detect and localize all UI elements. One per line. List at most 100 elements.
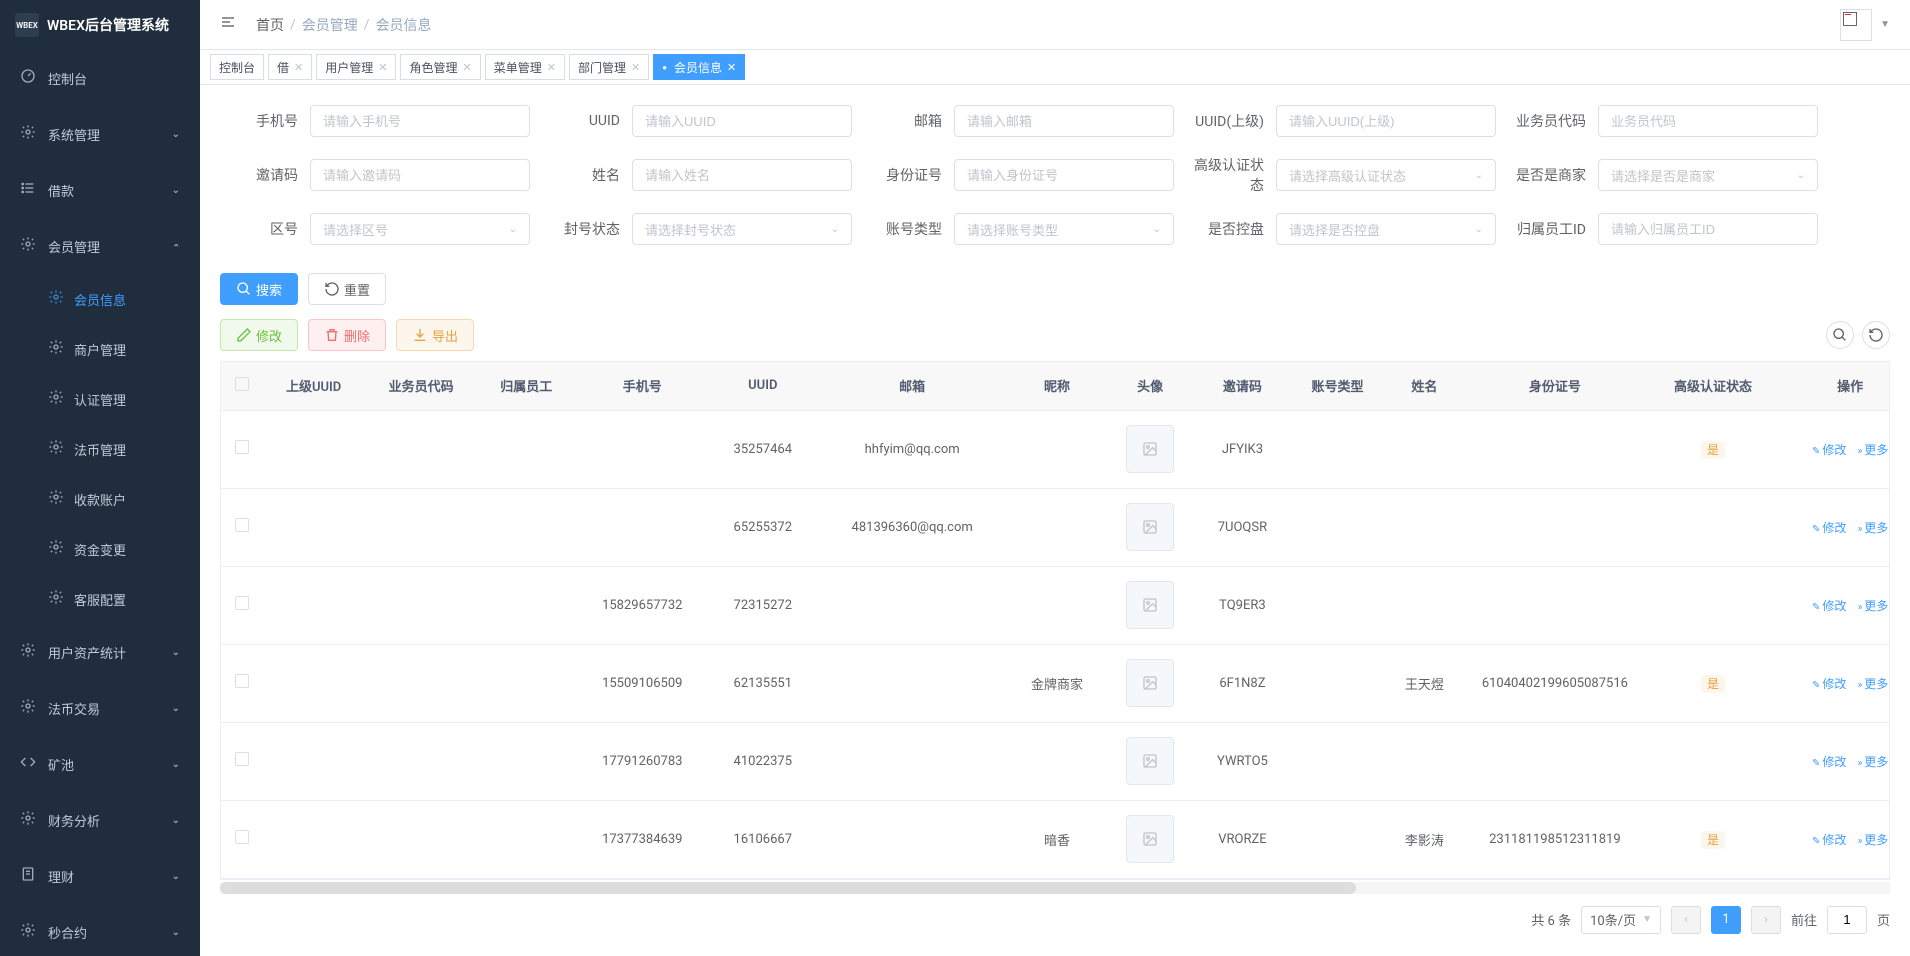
row-checkbox[interactable] xyxy=(235,674,249,688)
sidebar-item[interactable]: 借款⌄ xyxy=(0,162,200,218)
row-edit-link[interactable]: 修改 xyxy=(1812,521,1846,535)
breadcrumb-sep: / xyxy=(364,17,370,33)
row-more-link[interactable]: 更多 xyxy=(1858,755,1889,769)
sidebar-subitem[interactable]: 客服配置 xyxy=(0,574,200,624)
row-edit-link[interactable]: 修改 xyxy=(1812,599,1846,613)
归属员工ID-input[interactable] xyxy=(1598,213,1818,245)
tab[interactable]: 控制台 xyxy=(210,54,264,80)
封号状态-select[interactable]: 请选择封号状态⌄ xyxy=(632,213,852,245)
cell-nickname xyxy=(1009,722,1105,800)
业务员代码-input[interactable] xyxy=(1598,105,1818,137)
prev-page-button[interactable]: ‹ xyxy=(1671,906,1701,934)
UUID(上级)-input[interactable] xyxy=(1276,105,1496,137)
refresh-icon xyxy=(324,281,340,297)
sidebar-item[interactable]: 会员管理⌄ xyxy=(0,218,200,274)
goto-page-input[interactable] xyxy=(1827,906,1867,934)
row-checkbox[interactable] xyxy=(235,596,249,610)
table-header: 昵称 xyxy=(1009,362,1105,410)
gear-icon xyxy=(48,539,64,559)
close-icon[interactable]: ✕ xyxy=(547,61,556,74)
row-edit-link[interactable]: 修改 xyxy=(1812,755,1846,769)
UUID-input[interactable] xyxy=(632,105,852,137)
user-dropdown-caret-icon[interactable]: ▼ xyxy=(1880,19,1890,30)
row-more-link[interactable]: 更多 xyxy=(1858,833,1889,847)
cell-parent-uuid xyxy=(263,722,364,800)
horizontal-scrollbar[interactable] xyxy=(220,882,1890,894)
row-checkbox[interactable] xyxy=(235,518,249,532)
高级认证状态-select[interactable]: 请选择高级认证状态⌄ xyxy=(1276,159,1496,191)
sidebar-item[interactable]: 理财⌄ xyxy=(0,848,200,904)
row-edit-link[interactable]: 修改 xyxy=(1812,443,1846,457)
row-more-link[interactable]: 更多 xyxy=(1858,677,1889,691)
tab[interactable]: 部门管理✕ xyxy=(569,54,649,80)
form-item: 是否控盘请选择是否控盘⌄ xyxy=(1186,213,1496,245)
身份证号-input[interactable] xyxy=(954,159,1174,191)
close-icon[interactable]: ✕ xyxy=(378,61,387,74)
delete-button[interactable]: 删除 xyxy=(308,319,386,351)
edit-button[interactable]: 修改 xyxy=(220,319,298,351)
row-more-link[interactable]: 更多 xyxy=(1858,599,1889,613)
邮箱-input[interactable] xyxy=(954,105,1174,137)
row-edit-link[interactable]: 修改 xyxy=(1812,833,1846,847)
cell-employee xyxy=(478,644,574,722)
breadcrumb-home[interactable]: 首页 xyxy=(256,15,284,35)
cell-email xyxy=(815,644,1009,722)
close-icon[interactable]: ✕ xyxy=(463,61,472,74)
table-search-toggle[interactable] xyxy=(1826,321,1854,349)
export-button[interactable]: 导出 xyxy=(396,319,474,351)
close-icon[interactable]: ✕ xyxy=(727,61,736,74)
sidebar-item[interactable]: 矿池⌄ xyxy=(0,736,200,792)
sidebar-item-label: 用户资产统计 xyxy=(48,643,126,662)
sidebar-subitem[interactable]: 收款账户 xyxy=(0,474,200,524)
table-row: 15509106509 62135551 金牌商家 6F1N8Z 王天煜 610… xyxy=(221,644,1890,722)
page-size-select[interactable]: 10条/页 ▼ xyxy=(1581,906,1661,934)
sidebar-item[interactable]: 用户资产统计⌄ xyxy=(0,624,200,680)
tab-label: 角色管理 xyxy=(409,59,457,76)
tab[interactable]: 借✕ xyxy=(268,54,312,80)
sidebar-subitem[interactable]: 法币管理 xyxy=(0,424,200,474)
sidebar-subitem[interactable]: 资金变更 xyxy=(0,524,200,574)
cell-acct-type xyxy=(1290,410,1386,488)
手机号-input[interactable] xyxy=(310,105,530,137)
tab[interactable]: 菜单管理✕ xyxy=(485,54,565,80)
close-icon[interactable]: ✕ xyxy=(294,61,303,74)
reset-button[interactable]: 重置 xyxy=(308,273,386,305)
sidebar-subitem[interactable]: 会员信息 xyxy=(0,274,200,324)
sidebar-item[interactable]: 秒合约⌄ xyxy=(0,904,200,956)
区号-select[interactable]: 请选择区号⌄ xyxy=(310,213,530,245)
row-more-link[interactable]: 更多 xyxy=(1858,521,1889,535)
menu-toggle-icon[interactable] xyxy=(220,14,236,35)
row-checkbox[interactable] xyxy=(235,830,249,844)
form-item: 封号状态请选择封号状态⌄ xyxy=(542,213,852,245)
sidebar-subitem[interactable]: 商户管理 xyxy=(0,324,200,374)
是否控盘-select[interactable]: 请选择是否控盘⌄ xyxy=(1276,213,1496,245)
tab[interactable]: 用户管理✕ xyxy=(316,54,396,80)
select-all-checkbox[interactable] xyxy=(235,377,249,391)
邀请码-input[interactable] xyxy=(310,159,530,191)
breadcrumb-parent[interactable]: 会员管理 xyxy=(302,15,358,35)
tab[interactable]: 角色管理 ✕ xyxy=(400,54,480,80)
user-avatar[interactable] xyxy=(1840,9,1872,41)
sidebar-item[interactable]: 法币交易⌄ xyxy=(0,680,200,736)
sidebar-item-label: 会员管理 xyxy=(48,237,100,256)
tab[interactable]: 会员信息✕ xyxy=(653,54,745,80)
姓名-input[interactable] xyxy=(632,159,852,191)
next-page-button[interactable]: › xyxy=(1751,906,1781,934)
sidebar-subitem[interactable]: 认证管理 xyxy=(0,374,200,424)
sidebar-item[interactable]: 财务分析⌄ xyxy=(0,792,200,848)
table-row: 35257464 hhfyim@qq.com JFYIK3 是 修改 更多 xyxy=(221,410,1890,488)
app-logo[interactable]: WBEX WBEX后台管理系统 xyxy=(0,0,200,50)
row-checkbox[interactable] xyxy=(235,440,249,454)
row-checkbox[interactable] xyxy=(235,752,249,766)
是否是商家-select[interactable]: 请选择是否是商家⌄ xyxy=(1598,159,1818,191)
search-button[interactable]: 搜索 xyxy=(220,273,298,305)
row-more-link[interactable]: 更多 xyxy=(1858,443,1889,457)
table-refresh-button[interactable] xyxy=(1862,321,1890,349)
form-item: 姓名 xyxy=(542,155,852,195)
sidebar-item[interactable]: 控制台 xyxy=(0,50,200,106)
sidebar-item[interactable]: 系统管理⌄ xyxy=(0,106,200,162)
page-number-button[interactable]: 1 xyxy=(1711,906,1741,934)
close-icon[interactable]: ✕ xyxy=(631,61,640,74)
账号类型-select[interactable]: 请选择账号类型⌄ xyxy=(954,213,1174,245)
row-edit-link[interactable]: 修改 xyxy=(1812,677,1846,691)
